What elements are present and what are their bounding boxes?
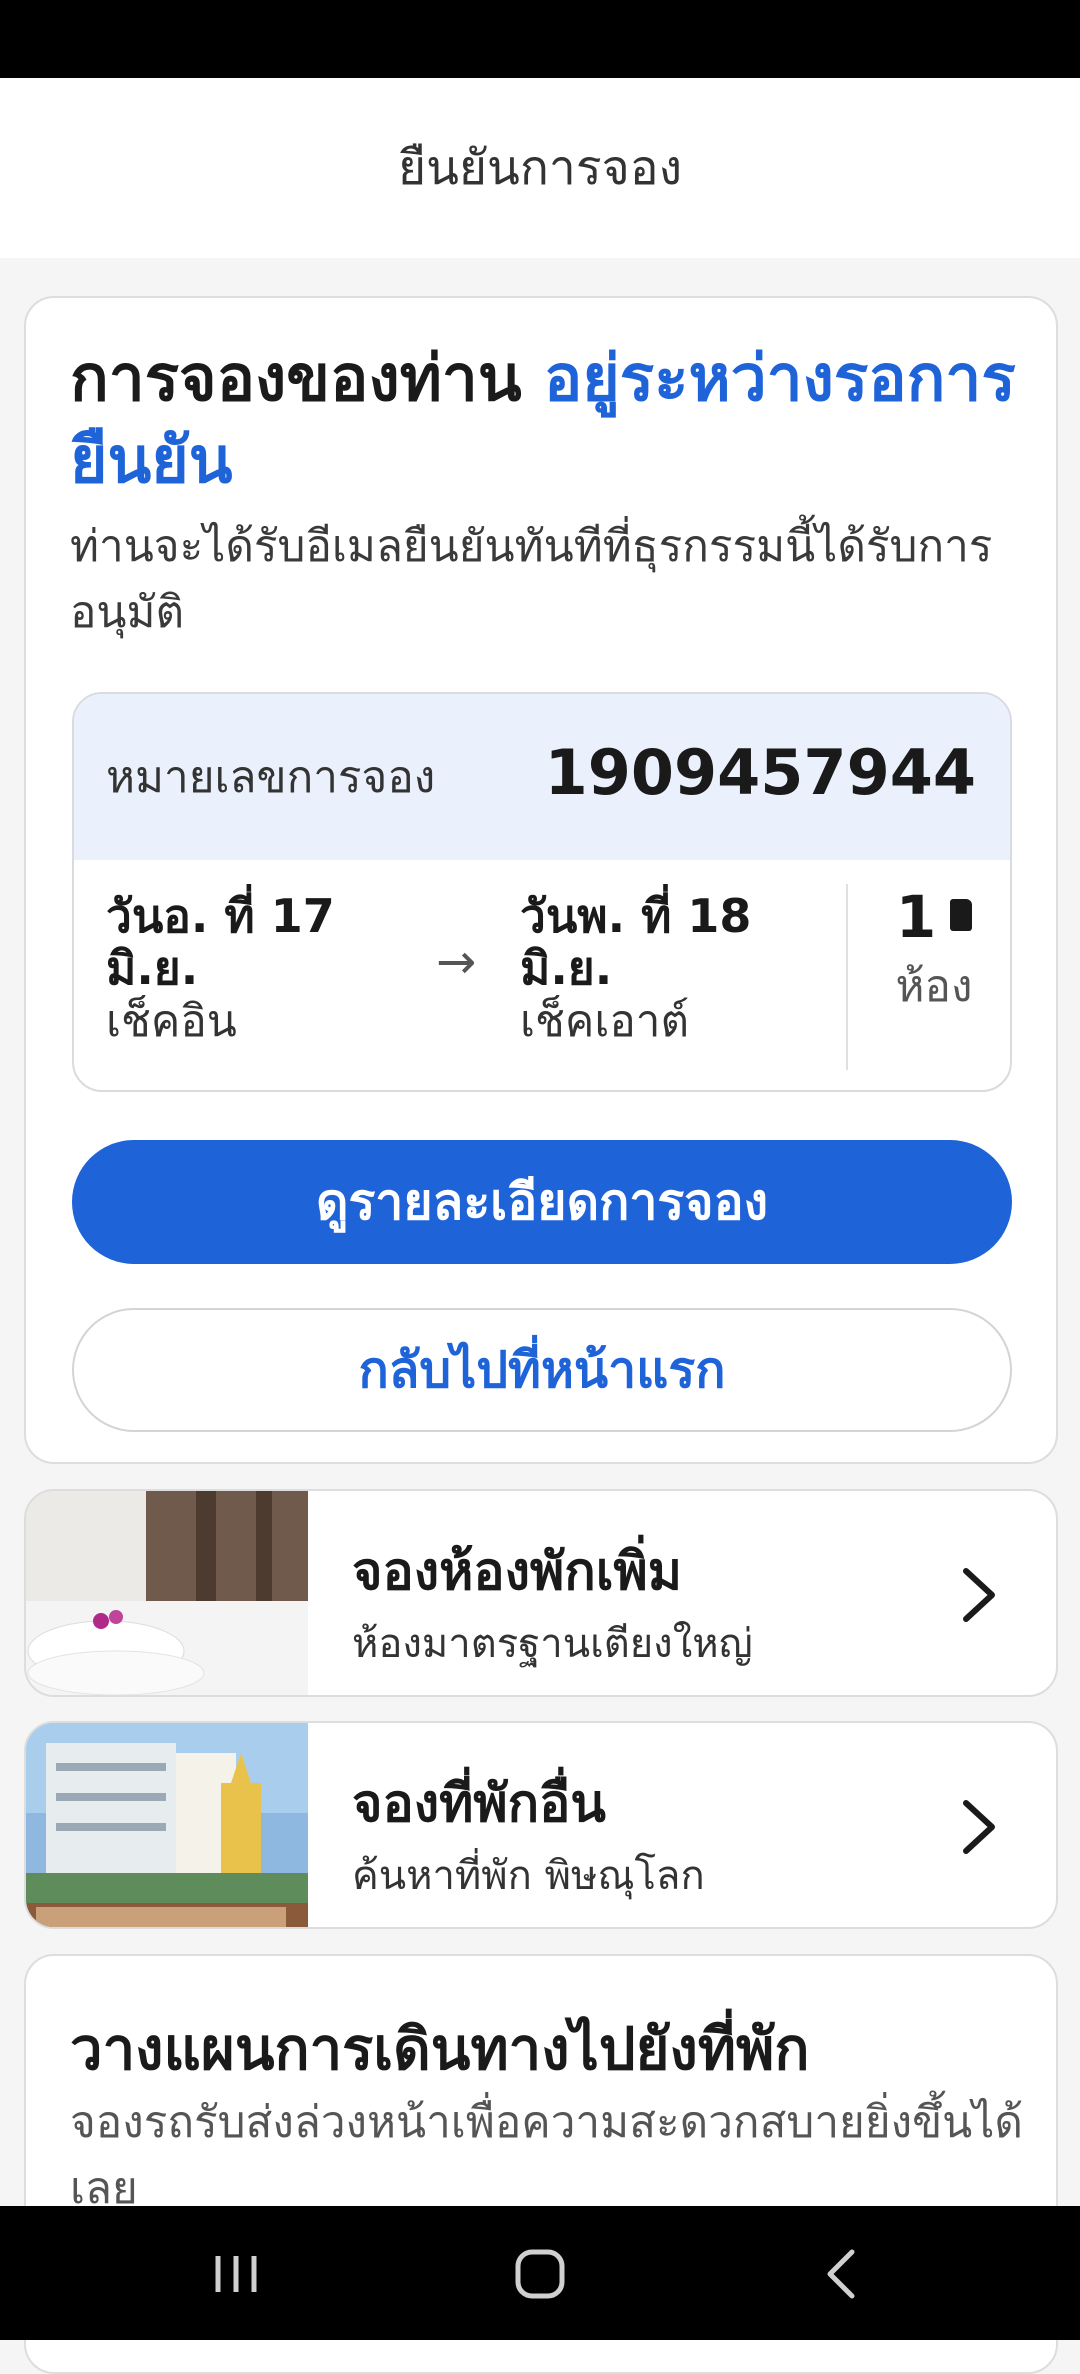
chevron-right-icon bbox=[963, 1800, 995, 1854]
back-to-home-button[interactable]: กลับไปที่หน้าแรก bbox=[72, 1308, 1012, 1432]
divider bbox=[846, 884, 848, 1070]
promo-title: จองห้องพักเพิ่ม bbox=[352, 1542, 683, 1602]
booking-summary: หมายเลขการจอง 1909457944 วันอ. ที่ 17 มิ… bbox=[72, 692, 1012, 1092]
booking-number: 1909457944 bbox=[544, 736, 976, 809]
rooms-count: 1 bbox=[895, 883, 937, 951]
promo-subtitle: ค้นหาที่พัก พิษณุโลก bbox=[352, 1853, 705, 1899]
booking-number-row: หมายเลขการจอง 1909457944 bbox=[74, 694, 1010, 860]
promo-subtitle: ห้องมาตรฐานเตียงใหญ่ bbox=[352, 1621, 753, 1667]
plan-subtitle: จองรถรับส่งล่วงหน้าเพื่อความสะดวกสบายยิ่… bbox=[70, 2097, 1023, 2214]
rooms-unit: ห้อง bbox=[895, 961, 973, 1012]
rooms-info: 1 ห้อง bbox=[874, 882, 994, 1022]
home-icon[interactable] bbox=[500, 2242, 580, 2306]
arrow-right-icon: → bbox=[436, 934, 477, 990]
recent-apps-icon[interactable] bbox=[196, 2242, 276, 2306]
room-thumbnail bbox=[26, 1491, 308, 1695]
confirmation-card: การจองของท่าน อยู่ระหว่างรอการยืนยัน ท่า… bbox=[24, 296, 1058, 1464]
system-nav-bar bbox=[0, 2206, 1080, 2340]
booking-number-label: หมายเลขการจอง bbox=[106, 752, 436, 803]
back-icon[interactable] bbox=[804, 2242, 884, 2306]
door-icon bbox=[950, 898, 973, 931]
book-other-property-card[interactable]: จองที่พักอื่น ค้นหาที่พัก พิษณุโลก bbox=[24, 1721, 1058, 1929]
property-thumbnail bbox=[26, 1723, 308, 1927]
confirmation-headline: การจองของท่าน อยู่ระหว่างรอการยืนยัน bbox=[70, 338, 1020, 502]
headline-main: การจองของท่าน bbox=[70, 342, 544, 416]
checkin-label: เช็คอิน bbox=[106, 996, 237, 1047]
promo-title: จองที่พักอื่น bbox=[352, 1774, 606, 1834]
view-booking-details-button[interactable]: ดูรายละเอียดการจอง bbox=[72, 1140, 1012, 1264]
confirmation-subtext: ท่านจะได้รับอีเมลยืนยันทันทีที่ธุรกรรมนี… bbox=[70, 521, 993, 638]
status-bar bbox=[0, 0, 1080, 78]
book-more-rooms-card[interactable]: จองห้องพักเพิ่ม ห้องมาตรฐานเตียงใหญ่ bbox=[24, 1489, 1058, 1697]
checkout-info: วันพ. ที่ 18 มิ.ย. เช็คเอาต์ bbox=[520, 882, 820, 1056]
checkout-label: เช็คเอาต์ bbox=[520, 996, 690, 1047]
plan-title: วางแผนการเดินทางไปยังที่พัก bbox=[70, 2015, 810, 2083]
checkin-info: วันอ. ที่ 17 มิ.ย. เช็คอิน bbox=[106, 882, 406, 1056]
page-title: ยืนยันการจอง bbox=[397, 140, 683, 196]
chevron-right-icon bbox=[963, 1568, 995, 1622]
top-app-bar: ยืนยันการจอง bbox=[0, 78, 1080, 258]
